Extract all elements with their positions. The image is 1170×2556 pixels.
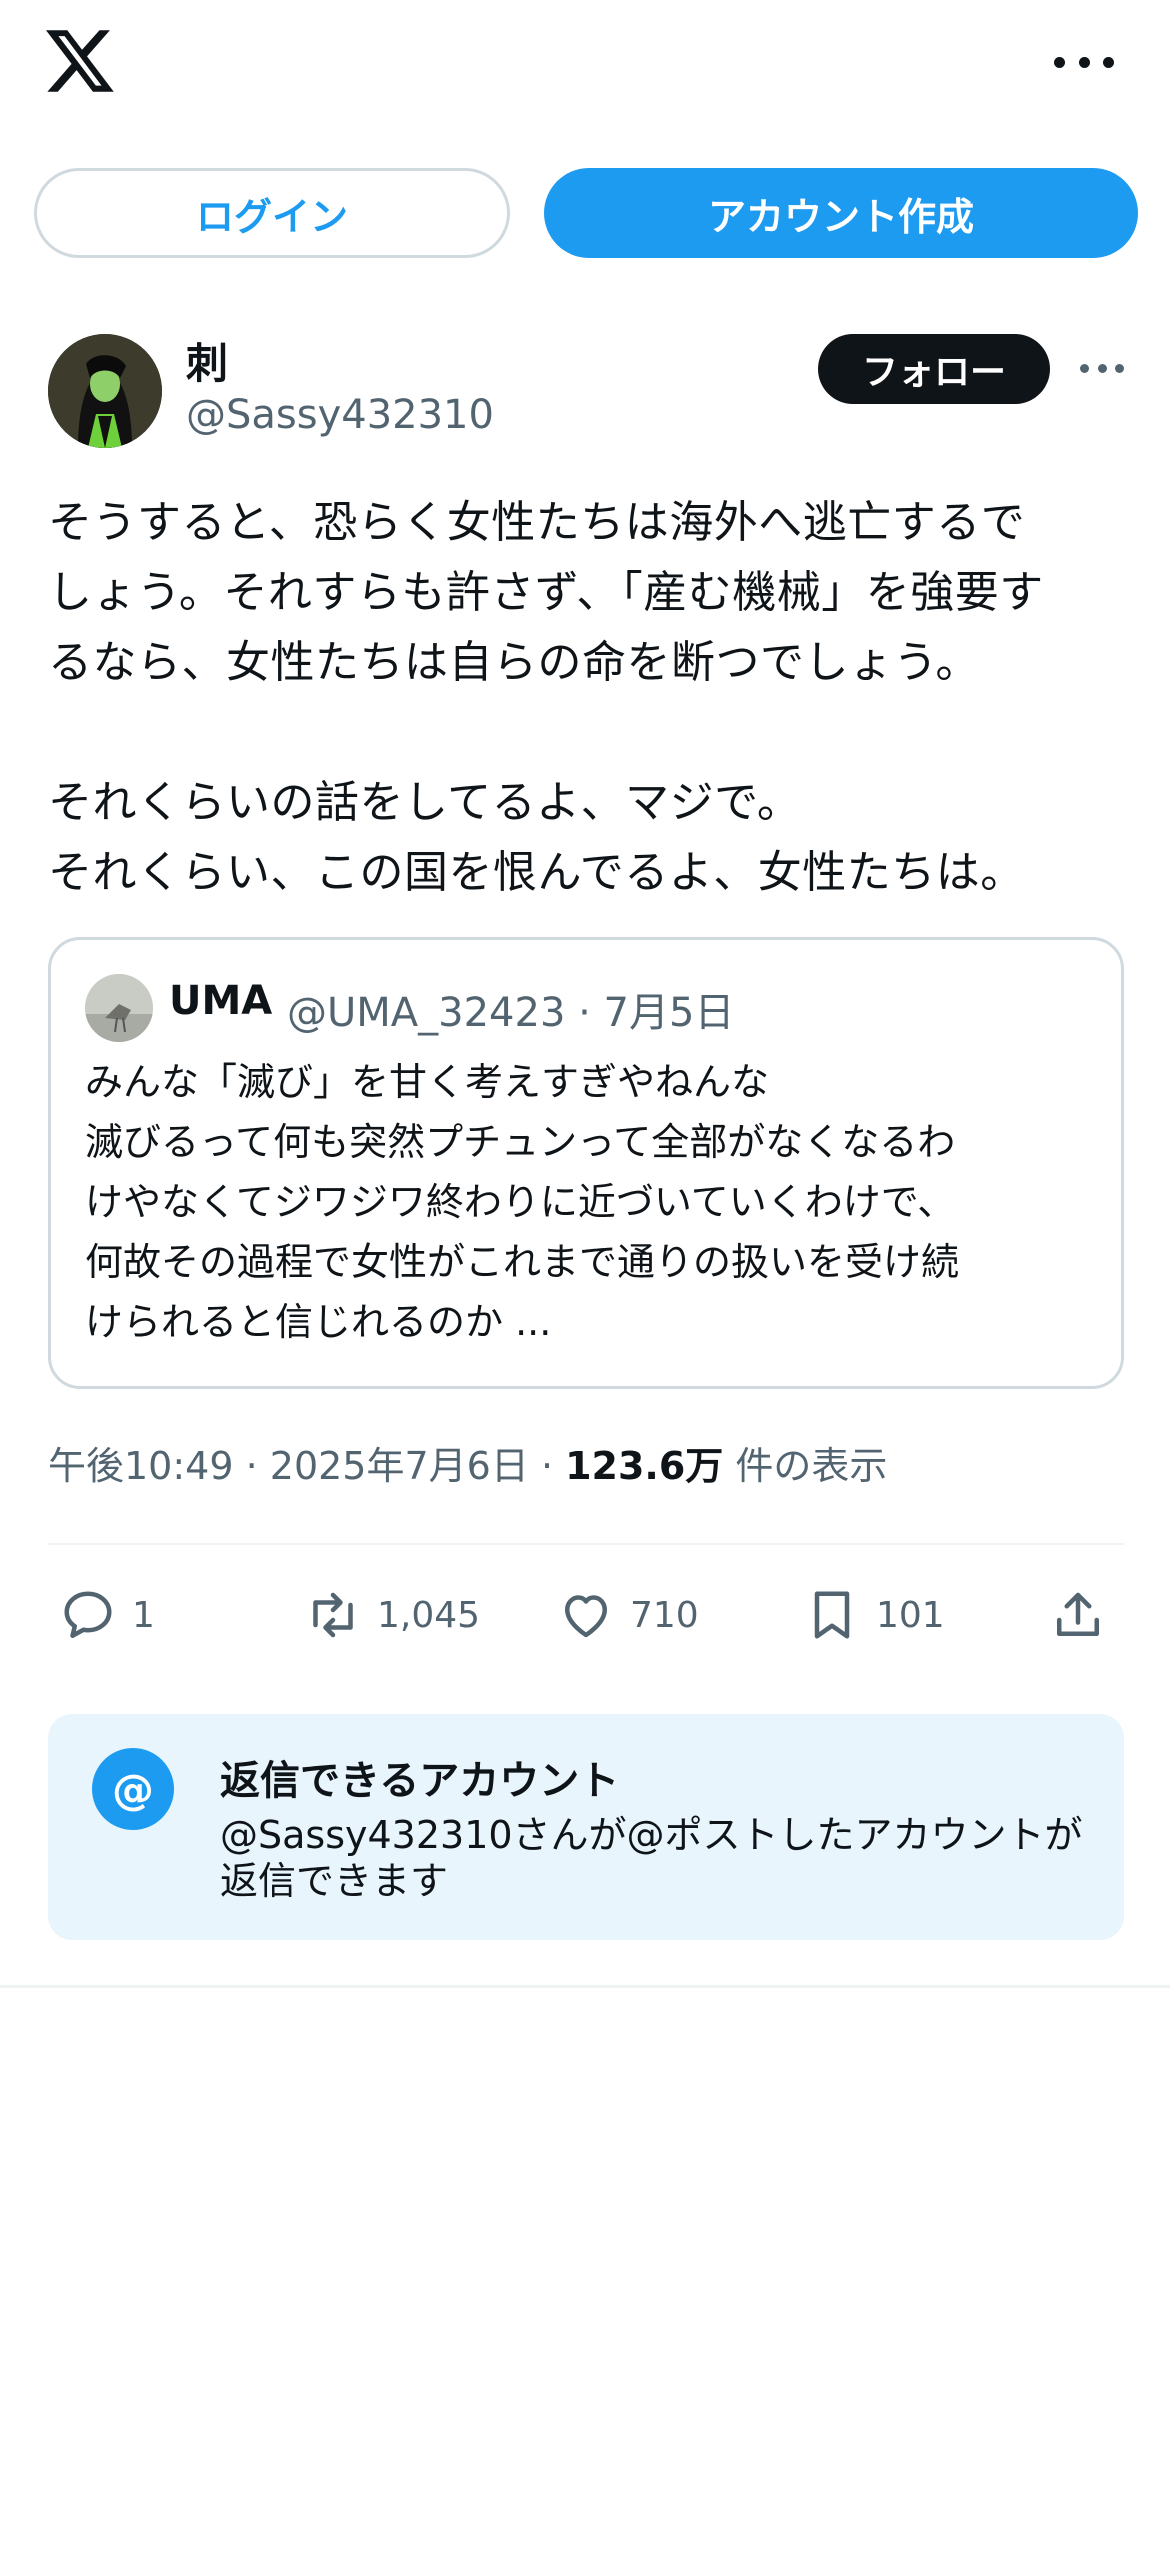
quote-author-avatar bbox=[85, 974, 153, 1042]
bookmark-count: 101 bbox=[876, 1594, 945, 1636]
author-handle[interactable]: @Sassy432310 bbox=[186, 392, 494, 438]
heart-icon bbox=[565, 1595, 607, 1638]
post-date[interactable]: 2025年7月6日 bbox=[270, 1444, 529, 1488]
repost-button[interactable]: 1,045 bbox=[303, 1585, 480, 1645]
quote-text: みんな「滅び」を甘く考えすぎやねんな 滅びるって何も突然プチュンって全部がなくな… bbox=[85, 1060, 960, 1344]
top-bar bbox=[0, 0, 1170, 130]
reply-button[interactable]: 1 bbox=[58, 1585, 155, 1645]
share-button[interactable] bbox=[1048, 1585, 1122, 1645]
x-logo-icon[interactable] bbox=[46, 30, 114, 92]
bookmark-icon bbox=[814, 1591, 850, 1639]
repost-count: 1,045 bbox=[377, 1594, 481, 1636]
divider bbox=[0, 1985, 1170, 1988]
at-icon: @ bbox=[92, 1748, 174, 1830]
more-horizontal-icon[interactable] bbox=[1054, 40, 1114, 84]
share-icon bbox=[1057, 1592, 1099, 1636]
follow-button[interactable]: フォロー bbox=[818, 334, 1050, 404]
quoted-post[interactable]: UMA @UMA_32423 · 7月5日 みんな「滅び」を甘く考えすぎやねんな… bbox=[48, 937, 1124, 1389]
reply-count: 1 bbox=[132, 1594, 155, 1636]
divider bbox=[48, 1543, 1124, 1545]
reply-restriction-title: 返信できるアカウント bbox=[220, 1758, 620, 1804]
quote-author-handle-date: @UMA_32423 · 7月5日 bbox=[287, 990, 735, 1036]
author-name[interactable]: 刺 bbox=[186, 330, 228, 391]
post-author: 刺 @Sassy432310 フォロー bbox=[48, 330, 1128, 450]
action-bar: 1 1,045 710 101 bbox=[48, 1575, 1124, 1655]
author-avatar[interactable] bbox=[48, 334, 162, 448]
quote-author-name: UMA bbox=[169, 978, 273, 1024]
auth-buttons: ログイン アカウント作成 bbox=[34, 168, 1138, 260]
like-button[interactable]: 710 bbox=[556, 1585, 699, 1645]
post-more-icon[interactable] bbox=[1080, 360, 1124, 376]
login-button[interactable]: ログイン bbox=[34, 168, 510, 258]
reply-restriction-notice: @ 返信できるアカウント @Sassy432310さんが@ポストしたアカウントが… bbox=[48, 1714, 1124, 1940]
view-count-label: 件の表示 bbox=[735, 1444, 888, 1488]
reply-restriction-description: @Sassy432310さんが@ポストしたアカウントが返信できます bbox=[220, 1813, 1083, 1903]
repost-icon bbox=[313, 1592, 353, 1638]
post-time[interactable]: 午後10:49 bbox=[48, 1444, 234, 1488]
like-count: 710 bbox=[630, 1594, 699, 1636]
post-meta: 午後10:49 · 2025年7月6日 · 123.6万 件の表示 bbox=[48, 1444, 888, 1488]
view-count: 123.6万 bbox=[565, 1444, 724, 1488]
reply-icon bbox=[64, 1591, 112, 1638]
post-text: そうすると、恐らく女性たちは海外へ逃亡するで しょう。それすらも許さず、「産む機… bbox=[48, 497, 1044, 898]
bookmark-button[interactable]: 101 bbox=[802, 1585, 945, 1645]
create-account-button[interactable]: アカウント作成 bbox=[544, 168, 1138, 258]
